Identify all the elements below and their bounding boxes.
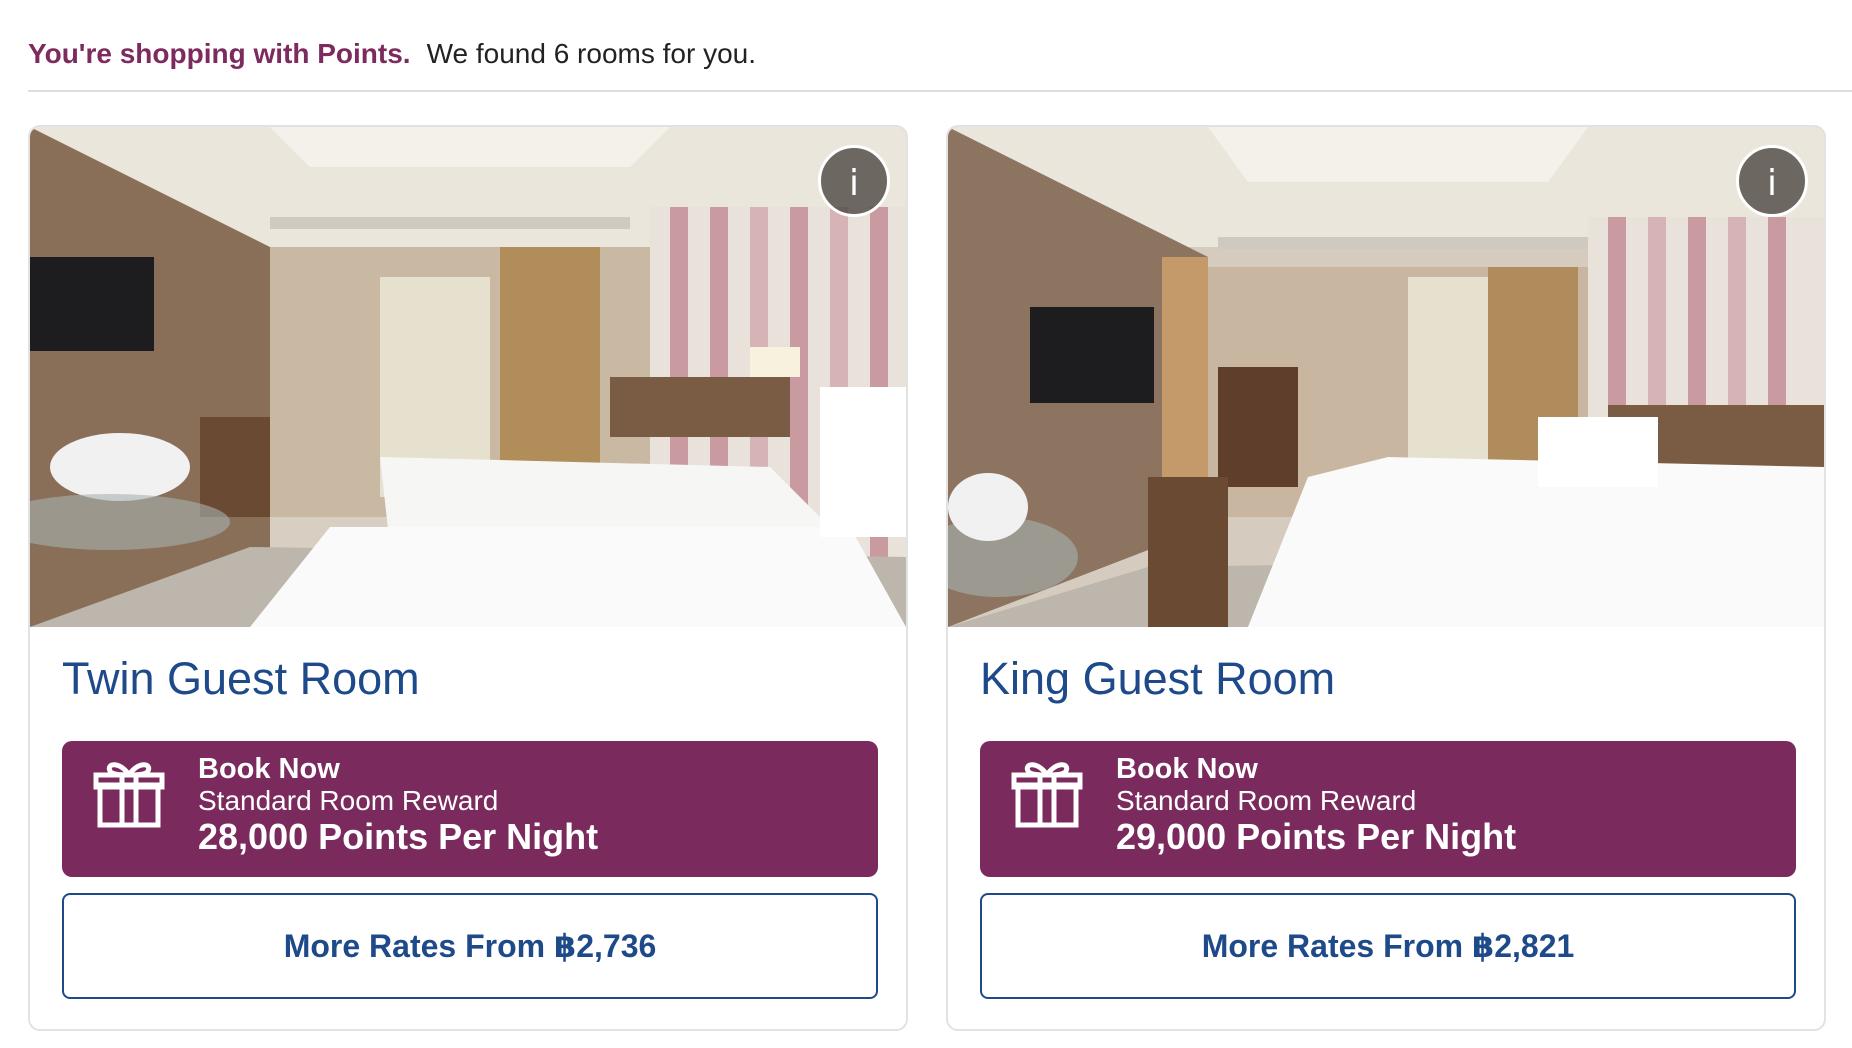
info-icon[interactable]: i (818, 145, 890, 217)
more-rates-button[interactable]: More Rates From ฿2,821 (980, 893, 1796, 999)
king-room-image (948, 127, 1824, 627)
gift-icon (93, 762, 165, 828)
twin-room-image (30, 127, 906, 627)
rooms-found-text: We found 6 rooms for you. (426, 38, 757, 69)
book-now-text: Book Now Standard Room Reward 28,000 Poi… (198, 753, 598, 857)
reward-type: Standard Room Reward (198, 785, 499, 816)
points-per-night: 29,000 Points Per Night (1116, 816, 1517, 857)
room-title[interactable]: Twin Guest Room (62, 649, 420, 709)
book-now-label: Book Now (198, 753, 340, 785)
header-divider (28, 90, 1852, 92)
room-title[interactable]: King Guest Room (980, 649, 1335, 709)
more-rates-button[interactable]: More Rates From ฿2,736 (62, 893, 878, 999)
room-card-twin: i Twin Guest Room Book Now Standard Room… (28, 125, 908, 1031)
room-card-king: i King Guest Room Book Now Standard Room… (946, 125, 1826, 1031)
results-header: You're shopping with Points. We found 6 r… (28, 34, 756, 74)
room-photo[interactable]: i (30, 127, 906, 627)
book-now-button[interactable]: Book Now Standard Room Reward 29,000 Poi… (980, 741, 1796, 877)
book-now-label: Book Now (1116, 753, 1258, 785)
shopping-with-points-label: You're shopping with Points. (28, 38, 411, 69)
room-photo[interactable]: i (948, 127, 1824, 627)
book-now-text: Book Now Standard Room Reward 29,000 Poi… (1116, 753, 1516, 857)
points-per-night: 28,000 Points Per Night (198, 816, 599, 857)
reward-type: Standard Room Reward (1116, 785, 1417, 816)
book-now-button[interactable]: Book Now Standard Room Reward 28,000 Poi… (62, 741, 878, 877)
info-icon[interactable]: i (1736, 145, 1808, 217)
gift-icon (1011, 762, 1083, 828)
